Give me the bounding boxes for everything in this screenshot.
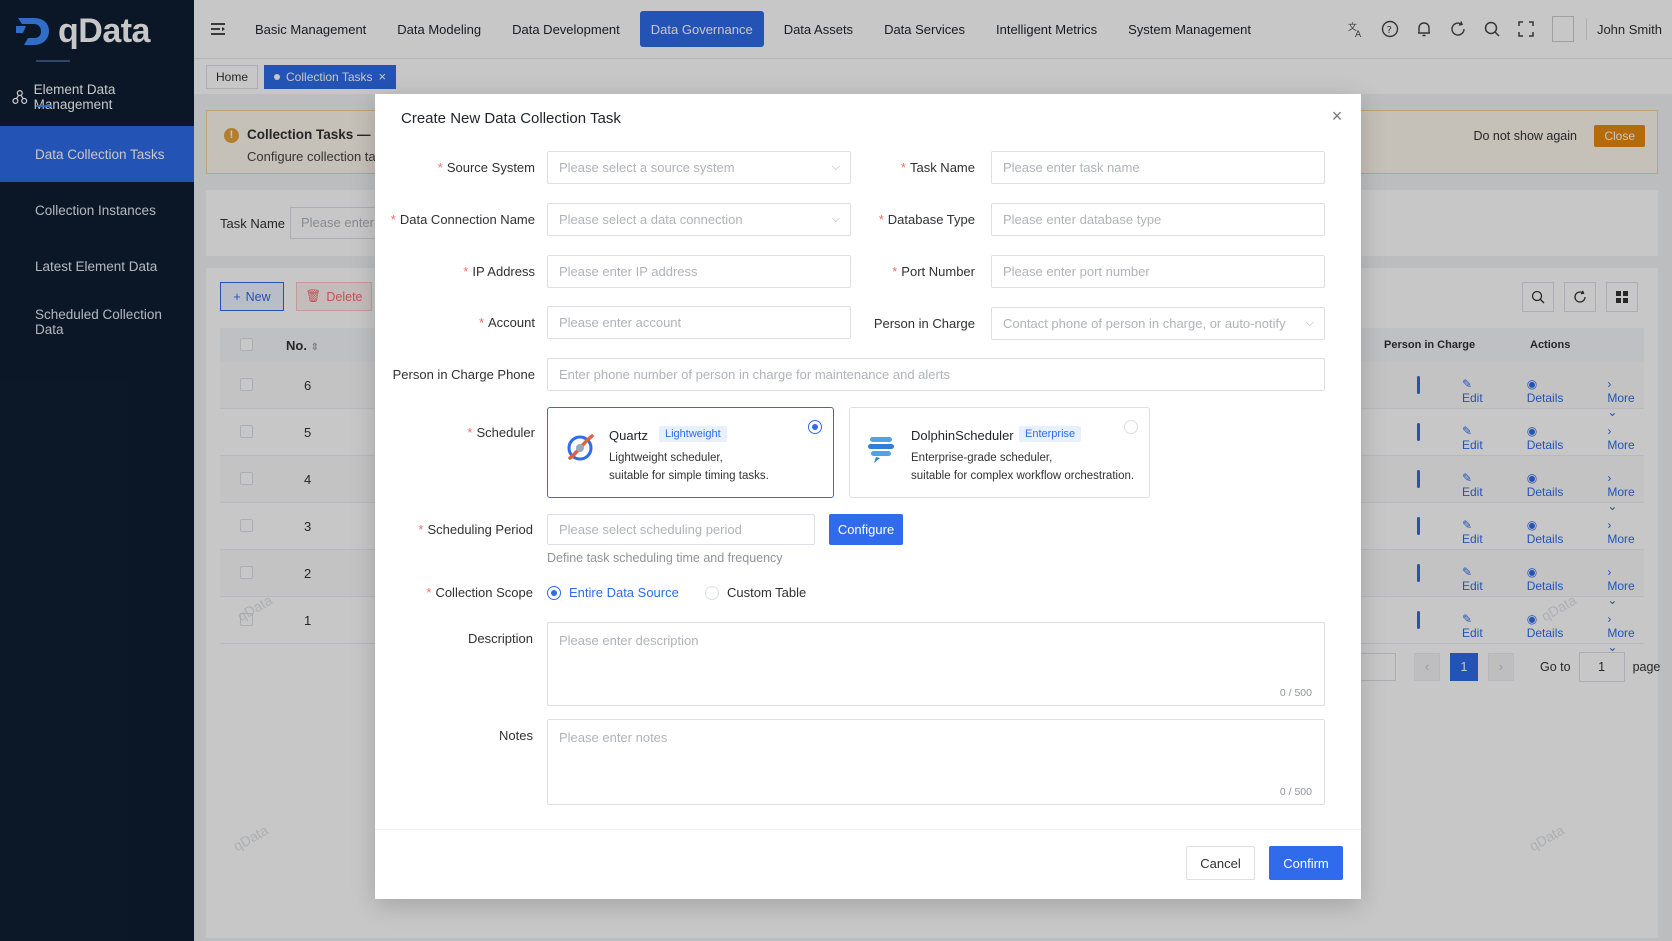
collection-scope-label-text: Collection Scope	[435, 585, 533, 600]
chevron-down-icon: ⌵	[831, 161, 840, 173]
scheduler-option-quartz[interactable]: Quartz Lightweight Lightweight scheduler…	[547, 407, 834, 498]
dolphinscheduler-logo-icon	[868, 437, 894, 463]
description-counter: 0 / 500	[1279, 687, 1312, 699]
scheduler-name: Quartz	[609, 428, 649, 443]
radio-custom-table-label[interactable]: Custom Table	[727, 585, 806, 600]
source-system-placeholder: Please select a source system	[559, 160, 735, 175]
scheduling-period-input[interactable]: Please select scheduling period	[547, 514, 815, 545]
port-number-input[interactable]: Please enter port number	[991, 255, 1325, 288]
ip-address-input[interactable]: Please enter IP address	[547, 255, 851, 288]
scheduler-badge: Enterprise	[1019, 426, 1082, 442]
description-placeholder: Please enter description	[559, 633, 699, 648]
source-system-select[interactable]: Please select a source system ⌵	[547, 151, 851, 184]
task-name-label-text: Task Name	[909, 160, 975, 175]
radio-entire-data-source-label[interactable]: Entire Data Source	[569, 585, 679, 600]
scheduler-desc-line1: Lightweight scheduler,	[609, 452, 723, 464]
source-system-label-text: Source System	[446, 160, 535, 175]
scheduling-period-label: * Scheduling Period	[418, 522, 533, 537]
scheduler-label-text: Scheduler	[476, 425, 535, 440]
scheduler-desc-line2: suitable for simple timing tasks.	[609, 470, 769, 482]
source-system-label: * Source System	[437, 160, 535, 175]
account-label: * Account	[478, 315, 535, 330]
chevron-down-icon: ⌵	[1305, 317, 1314, 329]
configure-button[interactable]: Configure	[829, 514, 903, 545]
person-in-charge-select[interactable]: Contact phone of person in charge, or au…	[991, 307, 1325, 340]
ip-address-label: * IP Address	[463, 264, 535, 279]
account-input[interactable]: Please enter account	[547, 306, 851, 339]
dialog-title: Create New Data Collection Task	[401, 110, 621, 127]
close-icon[interactable]: ×	[1327, 106, 1347, 126]
scheduler-name: DolphinScheduler	[911, 428, 1014, 443]
quartz-logo-icon	[567, 434, 594, 461]
person-phone-label: Person in Charge Phone	[392, 367, 535, 382]
port-number-label: * Port Number	[892, 264, 975, 279]
notes-textarea[interactable]: Please enter notes 0 / 500	[547, 719, 1325, 805]
port-number-label-text: Port Number	[901, 264, 975, 279]
notes-placeholder: Please enter notes	[559, 730, 668, 745]
person-phone-input[interactable]: Enter phone number of person in charge f…	[547, 358, 1325, 391]
scheduler-label: * Scheduler	[467, 425, 535, 440]
scheduler-option-dolphinscheduler[interactable]: DolphinScheduler Enterprise Enterprise-g…	[849, 407, 1150, 498]
description-textarea[interactable]: Please enter description 0 / 500	[547, 622, 1325, 706]
dialog-footer-divider	[375, 829, 1361, 830]
scheduling-period-label-text: Scheduling Period	[427, 522, 533, 537]
collection-scope-label: * Collection Scope	[426, 585, 533, 600]
scheduler-desc-line1: Enterprise-grade scheduler,	[911, 452, 1053, 464]
data-connection-select[interactable]: Please select a data connection ⌵	[547, 203, 851, 236]
notes-label: Notes	[499, 728, 533, 743]
database-type-label: * Database Type	[878, 212, 975, 227]
ip-address-label-text: IP Address	[472, 264, 535, 279]
database-type-label-text: Database Type	[887, 212, 975, 227]
radio-custom-table[interactable]	[705, 586, 719, 600]
scheduler-radio[interactable]	[808, 420, 822, 434]
scheduling-period-hint: Define task scheduling time and frequenc…	[547, 551, 783, 565]
scheduler-badge: Lightweight	[659, 426, 727, 442]
database-type-input[interactable]: Please enter database type	[991, 203, 1325, 236]
data-connection-placeholder: Please select a data connection	[559, 212, 743, 227]
cancel-button[interactable]: Cancel	[1186, 846, 1255, 880]
description-label: Description	[467, 631, 533, 646]
person-in-charge-placeholder: Contact phone of person in charge, or au…	[1003, 316, 1286, 331]
scheduler-desc-line2: suitable for complex workflow orchestrat…	[911, 470, 1135, 482]
radio-entire-data-source[interactable]	[547, 586, 561, 600]
data-connection-label: * Data Connection Name	[390, 212, 535, 227]
confirm-button[interactable]: Confirm	[1269, 846, 1343, 880]
notes-counter: 0 / 500	[1279, 786, 1312, 798]
task-name-input[interactable]: Please enter task name	[991, 151, 1325, 184]
person-in-charge-label: Person in Charge	[873, 316, 975, 331]
account-label-text: Account	[488, 315, 535, 330]
task-name-label: * Task Name	[900, 160, 975, 175]
scheduler-radio[interactable]	[1124, 420, 1138, 434]
create-task-dialog: Create New Data Collection Task × * Sourc…	[375, 94, 1361, 899]
data-connection-label-text: Data Connection Name	[399, 212, 535, 227]
